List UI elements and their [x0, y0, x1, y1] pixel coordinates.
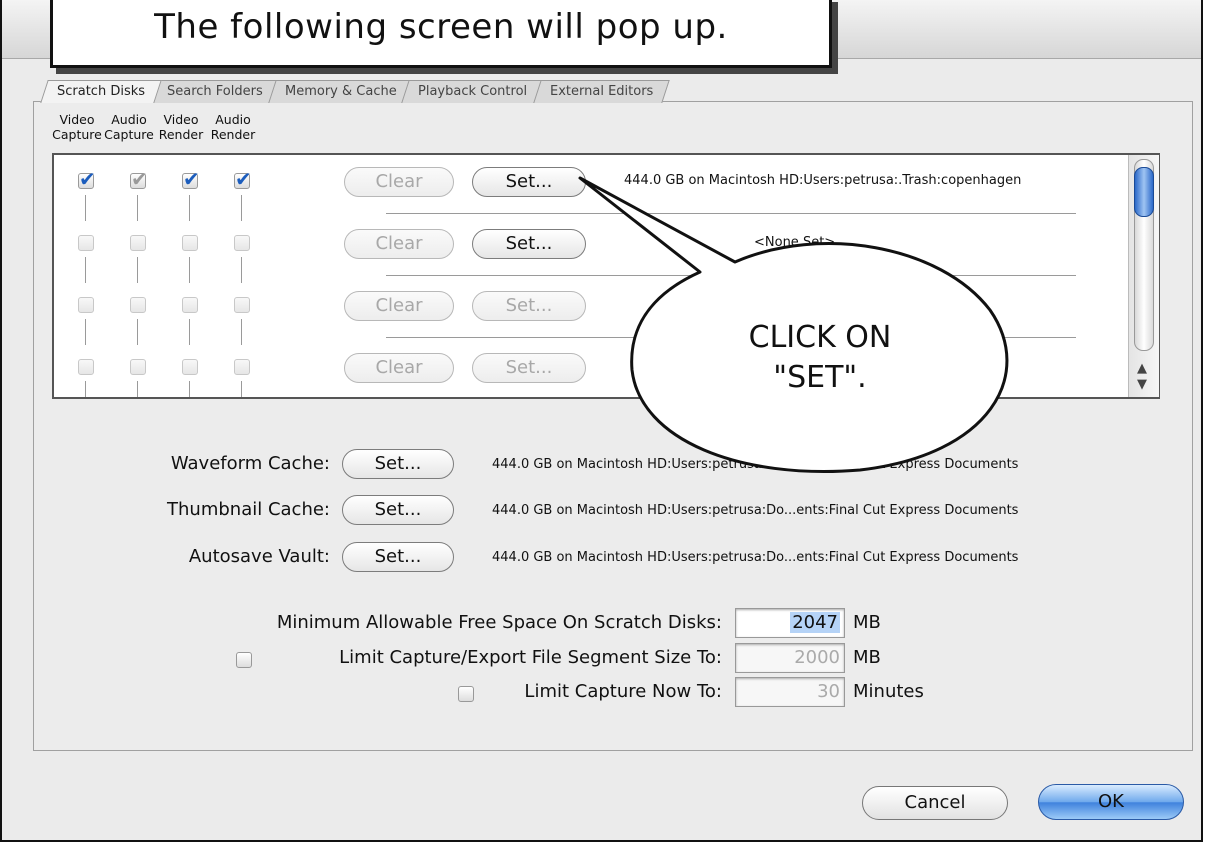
video-capture-checkbox[interactable]	[78, 297, 94, 313]
tab-search-folders[interactable]: Search Folders	[150, 80, 280, 103]
set-button[interactable]: Set...	[472, 167, 586, 197]
row-divider	[386, 275, 1076, 276]
limit-capture-unit: Minutes	[853, 681, 924, 702]
scroll-down-arrow-icon[interactable]: ▼	[1137, 377, 1147, 392]
tab-memory-cache[interactable]: Memory & Cache	[268, 80, 414, 103]
callout-text: CLICK ON "SET".	[690, 318, 950, 398]
cancel-button[interactable]: Cancel	[862, 786, 1008, 820]
scratch-list-scrollbar[interactable]: ▲ ▼	[1128, 155, 1159, 397]
tab-bar: Scratch Disks Search Folders Memory & Ca…	[40, 80, 670, 103]
scrollbar-thumb[interactable]	[1134, 167, 1154, 217]
column-header-line: Render	[158, 127, 204, 142]
scratch-disk-path: <None Set>	[754, 235, 836, 250]
thumbnail-cache-label: Thumbnail Cache:	[167, 499, 330, 520]
callout-line: "SET".	[773, 360, 867, 395]
audio-render-checkbox[interactable]	[234, 297, 250, 313]
clear-button[interactable]: Clear	[344, 353, 454, 383]
set-button[interactable]: Set...	[472, 291, 586, 321]
limit-segment-unit: MB	[853, 647, 881, 668]
column-header-line: Capture	[104, 127, 154, 142]
column-header-line: Capture	[52, 127, 102, 142]
column-header-line: Video	[59, 112, 95, 127]
scratch-disk-list: Clear Set... 444.0 GB on Macintosh HD:Us…	[52, 153, 1160, 399]
audio-render-checkbox[interactable]	[234, 167, 252, 191]
row-divider	[386, 213, 1076, 214]
audio-capture-checkbox[interactable]	[130, 235, 146, 251]
instruction-caption-box: The following screen will pop up.	[50, 0, 832, 68]
video-render-checkbox[interactable]	[182, 167, 200, 191]
video-render-checkbox[interactable]	[182, 359, 198, 375]
set-button[interactable]: Set...	[472, 229, 586, 259]
waveform-cache-set-button[interactable]: Set...	[342, 449, 454, 479]
column-header-line: Video	[163, 112, 199, 127]
limit-segment-checkbox[interactable]	[236, 652, 252, 668]
audio-capture-checkbox[interactable]	[130, 359, 146, 375]
audio-capture-checkbox[interactable]	[130, 167, 148, 191]
tab-scratch-disks[interactable]: Scratch Disks	[40, 80, 162, 103]
limit-capture-field[interactable]: 30	[735, 677, 845, 707]
scroll-up-arrow-icon[interactable]: ▲	[1137, 361, 1147, 376]
column-header-audio-capture: Audio Capture	[103, 112, 155, 142]
column-header-audio-render: Audio Render	[207, 112, 259, 142]
scratch-disk-row: Clear Set...	[54, 279, 1134, 345]
limit-capture-label: Limit Capture Now To:	[524, 681, 722, 702]
video-capture-checkbox[interactable]	[78, 235, 94, 251]
video-capture-checkbox[interactable]	[78, 167, 96, 191]
min-free-space-value: 2047	[790, 612, 840, 633]
video-capture-checkbox[interactable]	[78, 359, 94, 375]
connector-line	[241, 381, 242, 397]
set-button[interactable]: Set...	[472, 353, 586, 383]
autosave-vault-label: Autosave Vault:	[188, 546, 330, 567]
limit-capture-checkbox[interactable]	[458, 686, 474, 702]
scratch-disk-row: Clear Set... 444.0 GB on Macintosh HD:Us…	[54, 155, 1134, 221]
clear-button[interactable]: Clear	[344, 167, 454, 197]
column-header-line: Audio	[215, 112, 251, 127]
limit-segment-label: Limit Capture/Export File Segment Size T…	[339, 647, 722, 668]
ok-button[interactable]: OK	[1038, 784, 1184, 820]
waveform-cache-label: Waveform Cache:	[170, 453, 330, 474]
column-header-video-render: Video Render	[155, 112, 207, 142]
column-header-line: Render	[210, 127, 256, 142]
clear-button[interactable]: Clear	[344, 291, 454, 321]
tab-playback-control[interactable]: Playback Control	[401, 80, 545, 103]
clear-button[interactable]: Clear	[344, 229, 454, 259]
thumbnail-cache-set-button[interactable]: Set...	[342, 495, 454, 525]
instruction-caption: The following screen will pop up.	[154, 7, 728, 47]
connector-line	[85, 381, 86, 397]
connector-line	[189, 381, 190, 397]
video-render-checkbox[interactable]	[182, 297, 198, 313]
callout-line: CLICK ON	[748, 320, 892, 355]
audio-render-checkbox[interactable]	[234, 235, 250, 251]
min-free-space-label: Minimum Allowable Free Space On Scratch …	[276, 612, 722, 633]
limit-segment-field[interactable]: 2000	[735, 643, 845, 673]
audio-capture-checkbox[interactable]	[130, 297, 146, 313]
autosave-vault-set-button[interactable]: Set...	[342, 542, 454, 572]
audio-render-checkbox[interactable]	[234, 359, 250, 375]
min-free-space-field[interactable]: 2047	[735, 608, 845, 638]
scratch-disk-row: Clear Set...	[54, 341, 1134, 397]
thumbnail-cache-path: 444.0 GB on Macintosh HD:Users:petrusa:D…	[492, 503, 1019, 518]
tab-external-editors[interactable]: External Editors	[532, 80, 670, 103]
scratch-disk-row: Clear Set... <None Set>	[54, 217, 1134, 283]
scratch-disk-path: 444.0 GB on Macintosh HD:Users:petrusa:.…	[624, 173, 1022, 188]
video-render-checkbox[interactable]	[182, 235, 198, 251]
min-free-space-unit: MB	[853, 612, 881, 633]
column-header-video-capture: Video Capture	[51, 112, 103, 142]
autosave-vault-path: 444.0 GB on Macintosh HD:Users:petrusa:D…	[492, 550, 1019, 565]
connector-line	[137, 381, 138, 397]
column-header-line: Audio	[111, 112, 147, 127]
waveform-cache-path: 444.0 GB on Macintosh HD:Users:petrusa:D…	[492, 457, 1019, 472]
